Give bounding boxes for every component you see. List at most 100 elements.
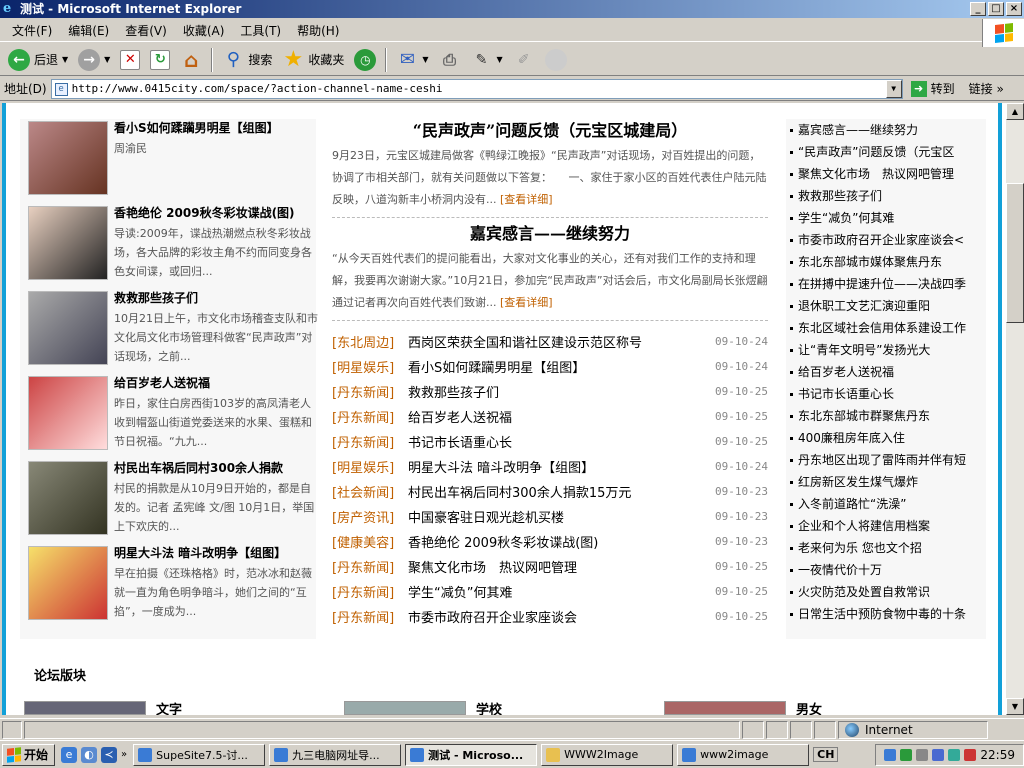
menu-tools[interactable]: 工具(T) [232, 22, 289, 39]
sidebar-headline[interactable]: 一夜情代价十万 [786, 559, 986, 581]
news-category[interactable]: [房产资讯] [332, 507, 408, 526]
taskbar-button[interactable]: 测试 - Microso... [405, 743, 538, 766]
refresh-button[interactable]: ↻ [146, 46, 174, 74]
news-category[interactable]: [丹东新闻] [332, 382, 408, 401]
sidebar-headline[interactable]: 救救那些孩子们 [786, 185, 986, 207]
mail-dropdown-icon[interactable]: ▼ [422, 55, 428, 64]
news-row[interactable]: [明星娱乐] 看小S如何蹂躏男明星【组图】 09-10-24 [332, 354, 768, 379]
print-button[interactable]: ⎙ [435, 46, 465, 74]
maximize-button[interactable]: □ [988, 2, 1004, 16]
start-button[interactable]: 开始 [2, 743, 56, 766]
news-row[interactable]: [丹东新闻] 聚焦文化市场 热议网吧管理 09-10-25 [332, 554, 768, 579]
news-row[interactable]: [丹东新闻] 给百岁老人送祝福 09-10-25 [332, 404, 768, 429]
news-row[interactable]: [明星娱乐] 明星大斗法 暗斗改明争【组图】 09-10-24 [332, 454, 768, 479]
sidebar-headline[interactable]: 企业和个人将建信用档案 [786, 515, 986, 537]
search-button[interactable]: ⚲ 搜索 [218, 46, 276, 74]
sidebar-headline[interactable]: 退休职工文艺汇演迎重阳 [786, 295, 986, 317]
news-row[interactable]: [丹东新闻] 书记市长语重心长 09-10-25 [332, 429, 768, 454]
stop-button[interactable]: ✕ [116, 46, 144, 74]
address-dropdown-icon[interactable]: ▼ [885, 79, 902, 98]
news-title[interactable]: 看小S如何蹂躏男明星【组图】 [114, 119, 320, 137]
featured-title[interactable]: “民声政声”问题反馈（元宝区城建局） [332, 119, 768, 143]
photo-news-item[interactable]: 看小S如何蹂躏男明星【组图】 周渝民 [28, 119, 318, 197]
vertical-scrollbar[interactable]: ▲ ▼ [1006, 103, 1024, 715]
sidebar-headline[interactable]: 在拼搏中提速升位——决战四季 [786, 273, 986, 295]
news-headline[interactable]: 村民出车祸后同村300余人捐款15万元 [408, 482, 708, 501]
sidebar-headline[interactable]: 东北区域社会信用体系建设工作 [786, 317, 986, 339]
taskbar-button[interactable]: www2image [677, 743, 810, 766]
news-headline[interactable]: 给百岁老人送祝福 [408, 407, 708, 426]
news-row[interactable]: [丹东新闻] 市委市政府召开企业家座谈会 09-10-25 [332, 604, 768, 629]
tray-shield-icon[interactable] [900, 748, 913, 761]
home-button[interactable]: ⌂ [176, 46, 206, 74]
sidebar-headline[interactable]: 给百岁老人送祝福 [786, 361, 986, 383]
news-title[interactable]: 明星大斗法 暗斗改明争【组图】 [114, 544, 320, 562]
forum-thumbnail[interactable] [664, 701, 786, 715]
news-title[interactable]: 救救那些孩子们 [114, 289, 320, 307]
news-title[interactable]: 给百岁老人送祝福 [114, 374, 320, 392]
sidebar-headline[interactable]: 嘉宾感言——继续努力 [786, 119, 986, 141]
news-headline[interactable]: 学生“减负”何其难 [408, 582, 708, 601]
photo-news-item[interactable]: 给百岁老人送祝福 昨日，家住白房西街103岁的高凤清老人收到帽盔山街道党委送来的… [28, 374, 318, 452]
menu-view[interactable]: 查看(V) [117, 22, 175, 39]
sidebar-headline[interactable]: 书记市长语重心长 [786, 383, 986, 405]
sidebar-headline[interactable]: 400廉租房年底入住 [786, 427, 986, 449]
favorites-button[interactable]: ★ 收藏夹 [278, 46, 348, 74]
tray-app-icon[interactable] [932, 748, 945, 761]
news-headline[interactable]: 书记市长语重心长 [408, 432, 708, 451]
security-zone[interactable]: Internet [838, 720, 988, 739]
minimize-button[interactable]: _ [970, 2, 986, 16]
news-category[interactable]: [健康美容] [332, 532, 408, 551]
sidebar-headline[interactable]: 入冬前道路忙“洗澡” [786, 493, 986, 515]
forum-category-label[interactable]: 学校 [476, 699, 502, 715]
taskbar-button[interactable]: WWW2Image [541, 743, 674, 766]
sidebar-headline[interactable]: 火灾防范及处置自救常识 [786, 581, 986, 603]
news-title[interactable]: 香艳绝伦 2009秋冬彩妆谍战(图) [114, 204, 320, 222]
news-category[interactable]: [丹东新闻] [332, 432, 408, 451]
sidebar-headline[interactable]: “民声政声”问题反馈（元宝区 [786, 141, 986, 163]
forum-thumbnail[interactable] [24, 701, 146, 715]
edit-dropdown-icon[interactable]: ▼ [497, 55, 503, 64]
scroll-up-button[interactable]: ▲ [1006, 103, 1024, 120]
sidebar-headline[interactable]: 红房新区发生煤气爆炸 [786, 471, 986, 493]
news-row[interactable]: [社会新闻] 村民出车祸后同村300余人捐款15万元 09-10-23 [332, 479, 768, 504]
discuss-button[interactable]: ✐ [509, 46, 539, 74]
sidebar-headline[interactable]: 老来何为乐 您也文个招 [786, 537, 986, 559]
sidebar-headline[interactable]: 让“青年文明号”发扬光大 [786, 339, 986, 361]
back-button[interactable]: ← 后退 ▼ [4, 46, 72, 74]
forum-thumbnail[interactable] [344, 701, 466, 715]
tray-network-icon[interactable] [884, 748, 897, 761]
photo-news-item[interactable]: 救救那些孩子们 10月21日上午，市文化市场稽查支队和市文化局文化市场管理科做客… [28, 289, 318, 367]
forum-category-label[interactable]: 男女 [796, 699, 822, 715]
news-category[interactable]: [丹东新闻] [332, 582, 408, 601]
news-thumbnail[interactable] [28, 376, 108, 450]
sidebar-headline[interactable]: 东北东部城市媒体聚焦丹东 [786, 251, 986, 273]
go-button[interactable]: ➜ 转到 [910, 80, 955, 97]
news-title[interactable]: 村民出车祸后同村300余人捐款 [114, 459, 320, 477]
menu-help[interactable]: 帮助(H) [289, 22, 347, 39]
sidebar-headline[interactable]: 学生“减负”何其难 [786, 207, 986, 229]
quicklaunch-more-icon[interactable]: » [121, 749, 127, 760]
menu-file[interactable]: 文件(F) [4, 22, 60, 39]
photo-news-item[interactable]: 香艳绝伦 2009秋冬彩妆谍战(图) 导读:2009年，谍战热潮燃点秋冬彩妆战场… [28, 204, 318, 282]
news-headline[interactable]: 中国豪客驻日观光趁机买楼 [408, 507, 708, 526]
news-row[interactable]: [房产资讯] 中国豪客驻日观光趁机买楼 09-10-23 [332, 504, 768, 529]
tray-alert-icon[interactable] [964, 748, 977, 761]
links-button[interactable]: 链接 » [969, 80, 1004, 97]
news-headline[interactable]: 市委市政府召开企业家座谈会 [408, 607, 708, 626]
news-headline[interactable]: 聚焦文化市场 热议网吧管理 [408, 557, 708, 576]
history-button[interactable]: ◷ [350, 46, 380, 74]
news-thumbnail[interactable] [28, 546, 108, 620]
ie-quicklaunch-icon[interactable]: e [61, 746, 78, 763]
news-category[interactable]: [社会新闻] [332, 482, 408, 501]
mail-button[interactable]: ✉ ▼ [392, 46, 432, 74]
popup-blocked-icon[interactable] [790, 720, 812, 739]
news-thumbnail[interactable] [28, 291, 108, 365]
news-category[interactable]: [丹东新闻] [332, 407, 408, 426]
forum-category-label[interactable]: 文字 [156, 699, 182, 715]
menu-edit[interactable]: 编辑(E) [60, 22, 117, 39]
scroll-down-button[interactable]: ▼ [1006, 698, 1024, 715]
view-detail-link[interactable]: [查看详细] [500, 193, 553, 206]
featured-title[interactable]: 嘉宾感言——继续努力 [332, 222, 768, 246]
news-category[interactable]: [明星娱乐] [332, 357, 408, 376]
